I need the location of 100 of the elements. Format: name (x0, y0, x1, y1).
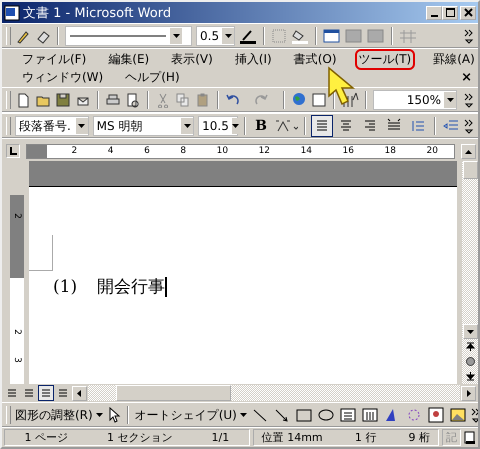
view-button[interactable] (38, 385, 54, 401)
save-icon[interactable] (55, 92, 71, 108)
pointer-icon[interactable] (106, 407, 121, 423)
status-text: 1/1 (212, 431, 230, 444)
minimize-icon (430, 14, 438, 16)
caret-icon (232, 124, 239, 128)
view-icon (7, 388, 17, 398)
image-icon[interactable] (448, 407, 467, 423)
line-weight-dropdown[interactable]: 0.5 (196, 26, 236, 46)
menu-item[interactable]: 罫線(A) (429, 48, 478, 70)
ruler-number: 2 (12, 328, 22, 335)
close-icon (464, 8, 472, 17)
status-text: 記 (446, 430, 457, 445)
caret-icon (78, 124, 86, 128)
text-cursor (165, 276, 168, 296)
align-justify-icon[interactable] (312, 116, 332, 136)
list-number: (1) (53, 276, 78, 296)
menu-item[interactable]: 編集(E) (104, 48, 154, 70)
print-preview-icon[interactable] (125, 92, 141, 108)
more-icon[interactable] (464, 92, 474, 108)
book-icon (464, 430, 476, 444)
zoom-dropdown[interactable]: 150% (373, 90, 457, 110)
ruler-number: 20 (426, 146, 439, 156)
character-spacing-icon[interactable] (274, 118, 298, 134)
caret-icon (446, 98, 454, 102)
view-icon (58, 388, 68, 398)
more-icon[interactable] (464, 28, 474, 44)
menu-item[interactable]: ウィンドウ(W) (18, 66, 108, 88)
paint-bucket-icon[interactable] (291, 28, 310, 44)
browse-object-icon[interactable] (466, 357, 474, 366)
view-icon (41, 388, 51, 398)
scroll-thumb[interactable] (116, 385, 231, 401)
font-size-dropdown[interactable]: 10.5 (198, 116, 238, 136)
table-icon[interactable] (323, 28, 342, 44)
more-icon[interactable] (470, 407, 478, 423)
oval-icon[interactable] (316, 407, 335, 423)
document-icon (4, 4, 20, 20)
menu-item[interactable]: 書式(O) (290, 48, 341, 70)
ruler-number: 16 (342, 146, 355, 156)
caret-icon (184, 124, 191, 128)
next-page-icon[interactable] (466, 372, 474, 381)
more-icon[interactable] (464, 118, 474, 134)
menu-item[interactable]: ツール(T) (354, 48, 416, 70)
status-text: 1 セクション (107, 430, 172, 445)
caret-icon (96, 413, 103, 417)
scroll-up-button[interactable] (461, 144, 476, 158)
draw-menu-button[interactable]: 図形の調整(R) (15, 406, 103, 424)
status-text: 1 ページ (24, 430, 68, 445)
autoshapes-menu-button[interactable]: オートシェイプ(U) (134, 406, 247, 424)
maximize-icon (446, 8, 454, 17)
ruler-number: 6 (143, 146, 151, 156)
previous-page-icon[interactable] (466, 342, 474, 351)
scroll-down-button[interactable] (462, 324, 478, 339)
left-arrow-icon (76, 390, 83, 396)
font-dropdown[interactable]: MS 明朝 (92, 116, 194, 136)
down-arrow-icon (466, 328, 474, 335)
caret-icon (172, 34, 180, 38)
maximize-button[interactable] (442, 6, 458, 20)
text-box-icon[interactable] (338, 407, 357, 423)
menu-item[interactable]: ファイル(F) (18, 48, 90, 70)
ruler-number: 12 (258, 146, 272, 156)
view-icon (24, 388, 34, 398)
margin-corner-mark (29, 235, 53, 271)
ruler-number: 3 (12, 357, 22, 364)
menu-item[interactable]: ヘルプ(H) (121, 66, 184, 88)
window-title: 文書 1 - Microsoft Word (23, 4, 172, 22)
minimize-button[interactable] (426, 6, 442, 20)
clip-art-icon[interactable] (426, 407, 445, 423)
ruler-number: 8 (179, 146, 188, 156)
border-color-icon[interactable] (239, 28, 258, 44)
tab-selector[interactable] (6, 144, 20, 158)
up-arrow-icon (465, 148, 472, 154)
copy-icon[interactable] (175, 92, 191, 108)
ruler-number: 14 (300, 146, 314, 156)
left-tab-icon (9, 147, 17, 155)
vertical-text-box-icon[interactable] (360, 407, 379, 423)
ruler-number: 2 (70, 146, 78, 156)
status-text: 1 行 (354, 430, 376, 445)
close-document-button[interactable]: × (461, 70, 472, 84)
ruler-number: 10 (216, 146, 230, 156)
menu-item[interactable]: 挿入(I) (230, 48, 276, 70)
line-style-dropdown[interactable] (65, 26, 192, 46)
caret-icon (240, 413, 247, 417)
caret-icon (224, 34, 232, 38)
scroll-right-button[interactable] (461, 386, 476, 400)
bold-button[interactable]: B (252, 118, 270, 134)
ruler-number: 18 (384, 146, 397, 156)
style-dropdown[interactable]: 段落番号. (15, 116, 89, 136)
ruler-number: 2 (12, 213, 22, 219)
menu-item[interactable]: 表示(V) (167, 48, 217, 70)
close-button[interactable] (460, 6, 476, 20)
right-arrow-icon (465, 390, 472, 396)
table-icon[interactable] (311, 92, 327, 108)
scroll-thumb[interactable] (462, 161, 478, 179)
paragraph-text: 開会行事 (97, 276, 166, 298)
scroll-left-button[interactable] (72, 386, 87, 400)
rectangle-icon[interactable] (294, 407, 313, 423)
status-text: 位置 14mm (262, 430, 323, 445)
ruler-number: 4 (106, 146, 115, 156)
status-text: 9 桁 (408, 430, 430, 445)
